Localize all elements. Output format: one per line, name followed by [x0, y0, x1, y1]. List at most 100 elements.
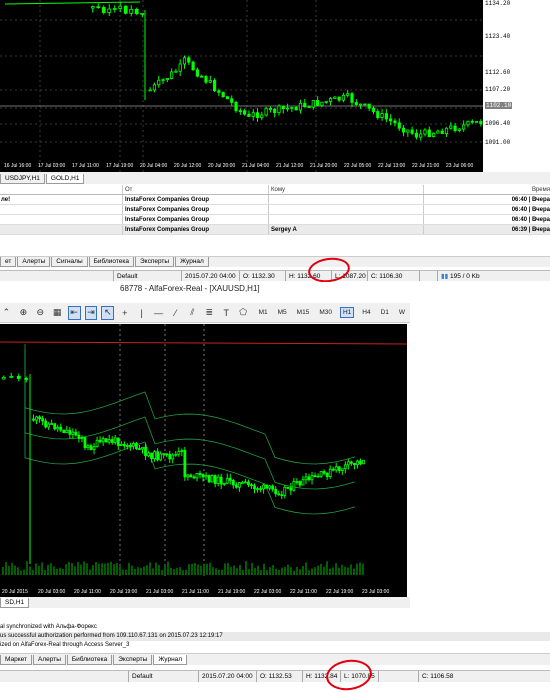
candle-body — [349, 461, 353, 464]
candle-body — [273, 108, 277, 113]
y-tick: 1107.20 — [485, 86, 511, 93]
candle-body — [237, 482, 241, 488]
candle-body — [128, 445, 132, 447]
autoscroll-icon[interactable]: ⇤ — [67, 305, 81, 320]
candle-body — [210, 475, 214, 483]
timeframe-m5[interactable]: M5 — [276, 308, 289, 317]
chart-shift-icon[interactable]: ⇥ — [84, 305, 98, 320]
candle-body — [274, 488, 278, 495]
tab-alerts[interactable]: Алерты — [17, 257, 51, 267]
x-tick: 20 Jul 03:00 — [38, 589, 65, 595]
candle-body — [219, 476, 223, 485]
candle-body — [479, 121, 483, 125]
candle-body — [189, 474, 193, 478]
gold-chart[interactable]: 16 Jul 16:00 17 Jul 03:00 17 Jul 11:00 17 J… — [0, 0, 483, 172]
cell: InstaForex Companies Group — [122, 195, 268, 204]
tab-experts[interactable]: Эксперты — [113, 655, 153, 665]
fibonacci-icon[interactable]: ≣ — [203, 306, 216, 320]
x-tick: 17 Jul 19:00 — [106, 163, 133, 169]
tab-gold[interactable]: GOLD,H1 — [45, 174, 85, 184]
cursor-icon[interactable]: ↖ — [101, 305, 115, 320]
shapes-icon[interactable]: ⬠ — [237, 306, 250, 320]
tab-market[interactable]: Маркет — [0, 655, 33, 665]
xauusd-chart-canvas[interactable]: 20 Jul 2015 20 Jul 03:00 20 Jul 11:00 20 Ju… — [0, 324, 408, 597]
candle-body — [354, 101, 358, 105]
candle-body — [280, 494, 284, 497]
window-title-bar[interactable]: 68778 - AlfaForex-Real - [XAUUSD,H1] — [0, 282, 550, 295]
timeframe-h1[interactable]: H1 — [339, 307, 355, 318]
candle-body — [328, 98, 333, 102]
candle-body — [401, 127, 406, 133]
col-header-time[interactable]: Время — [423, 185, 550, 194]
candle-body — [340, 468, 344, 471]
zoom-in-icon[interactable]: ⊕ — [17, 306, 30, 320]
candle-body — [138, 448, 141, 450]
candle-body — [161, 79, 165, 82]
candle-body — [162, 453, 166, 456]
crosshair-icon[interactable]: + — [118, 306, 131, 320]
text-icon[interactable]: T — [220, 306, 233, 320]
tab-journal[interactable]: Журнал — [153, 655, 188, 665]
trendline-icon[interactable]: ⁄ — [169, 306, 182, 320]
table-row[interactable]: InstaForex Companies Group 06:40 | Вчера — [0, 205, 550, 215]
timeframe-w1[interactable]: W — [397, 308, 407, 317]
candle-body — [231, 480, 235, 486]
col-header[interactable] — [0, 185, 122, 194]
tab-journal[interactable]: Журнал — [175, 257, 209, 267]
candle-body — [198, 472, 202, 475]
table-row[interactable]: InstaForex Companies Group 06:40 | Вчера — [0, 215, 550, 225]
candle-body — [191, 61, 195, 71]
traffic-text: 195 / 0 Kb — [449, 273, 480, 280]
candle-body — [80, 437, 84, 439]
zoom-out-icon[interactable]: ⊖ — [34, 306, 47, 320]
candle-body — [157, 79, 161, 86]
status-open: O: 1132.30 — [239, 271, 285, 281]
candle-body — [159, 453, 163, 461]
cell: 06:40 | Вчера — [423, 205, 550, 214]
candle-body — [319, 471, 323, 477]
timeframe-m15[interactable]: M15 — [295, 308, 312, 317]
candle-body — [423, 129, 427, 135]
candle-body — [436, 130, 440, 134]
tab-alerts[interactable]: Алерты — [33, 655, 66, 665]
timeframe-h4[interactable]: H4 — [360, 308, 372, 317]
timeframe-m30[interactable]: M30 — [317, 308, 334, 317]
cell: InstaForex Companies Group — [122, 215, 268, 224]
chevron-up-icon[interactable]: ⌃ — [0, 306, 13, 320]
band-upper-line — [24, 344, 356, 465]
candle-body — [141, 447, 144, 450]
tile-windows-icon[interactable]: ▦ — [51, 306, 64, 320]
gold-price-axis: 1134.20 1123.40 1112.60 1107.20 1102.10 … — [483, 0, 550, 172]
tab-sd[interactable]: SD,H1 — [0, 598, 30, 608]
col-header-from[interactable]: От — [122, 185, 268, 194]
candle-body — [118, 5, 123, 9]
horizontal-line-icon[interactable]: — — [152, 306, 165, 320]
tab-experts[interactable]: Эксперты — [134, 257, 175, 267]
candle-body — [107, 439, 111, 443]
table-row[interactable]: ле! InstaForex Companies Group 06:40 | В… — [0, 195, 550, 205]
x-tick: 21 Jul 03:00 — [146, 589, 173, 595]
y-tick: 1134.20 — [485, 0, 511, 7]
candle-body — [200, 75, 204, 78]
col-header-to[interactable]: Кому — [268, 185, 423, 194]
timeframe-m1[interactable]: M1 — [257, 308, 270, 317]
vertical-line-icon[interactable]: | — [135, 306, 148, 320]
tab-market[interactable]: ет — [0, 257, 17, 267]
tab-library[interactable]: Библиотека — [66, 655, 113, 665]
cell — [268, 195, 423, 204]
tab-library[interactable]: Библиотека — [88, 257, 134, 267]
tab-usdjpy[interactable]: USDJPY,H1 — [0, 174, 45, 184]
candle-body — [208, 80, 212, 83]
tab-signals[interactable]: Сигналы — [51, 257, 88, 267]
candle-body — [247, 481, 250, 486]
candle-body — [174, 453, 178, 456]
current-price-label: 1102.10 — [485, 102, 513, 109]
gold-chart-canvas[interactable]: 16 Jul 16:00 17 Jul 03:00 17 Jul 11:00 17 J… — [0, 0, 483, 172]
timeframe-d1[interactable]: D1 — [379, 308, 391, 317]
table-row[interactable]: InstaForex Companies Group Sergey A 06:3… — [0, 225, 550, 235]
xauusd-chart[interactable]: 20 Jul 2015 20 Jul 03:00 20 Jul 11:00 20 Ju… — [0, 324, 408, 597]
y-tick: 1112.60 — [485, 69, 511, 76]
candle-body — [144, 447, 147, 457]
channel-icon[interactable]: ⫽ — [186, 306, 199, 320]
candle-body — [68, 429, 72, 435]
